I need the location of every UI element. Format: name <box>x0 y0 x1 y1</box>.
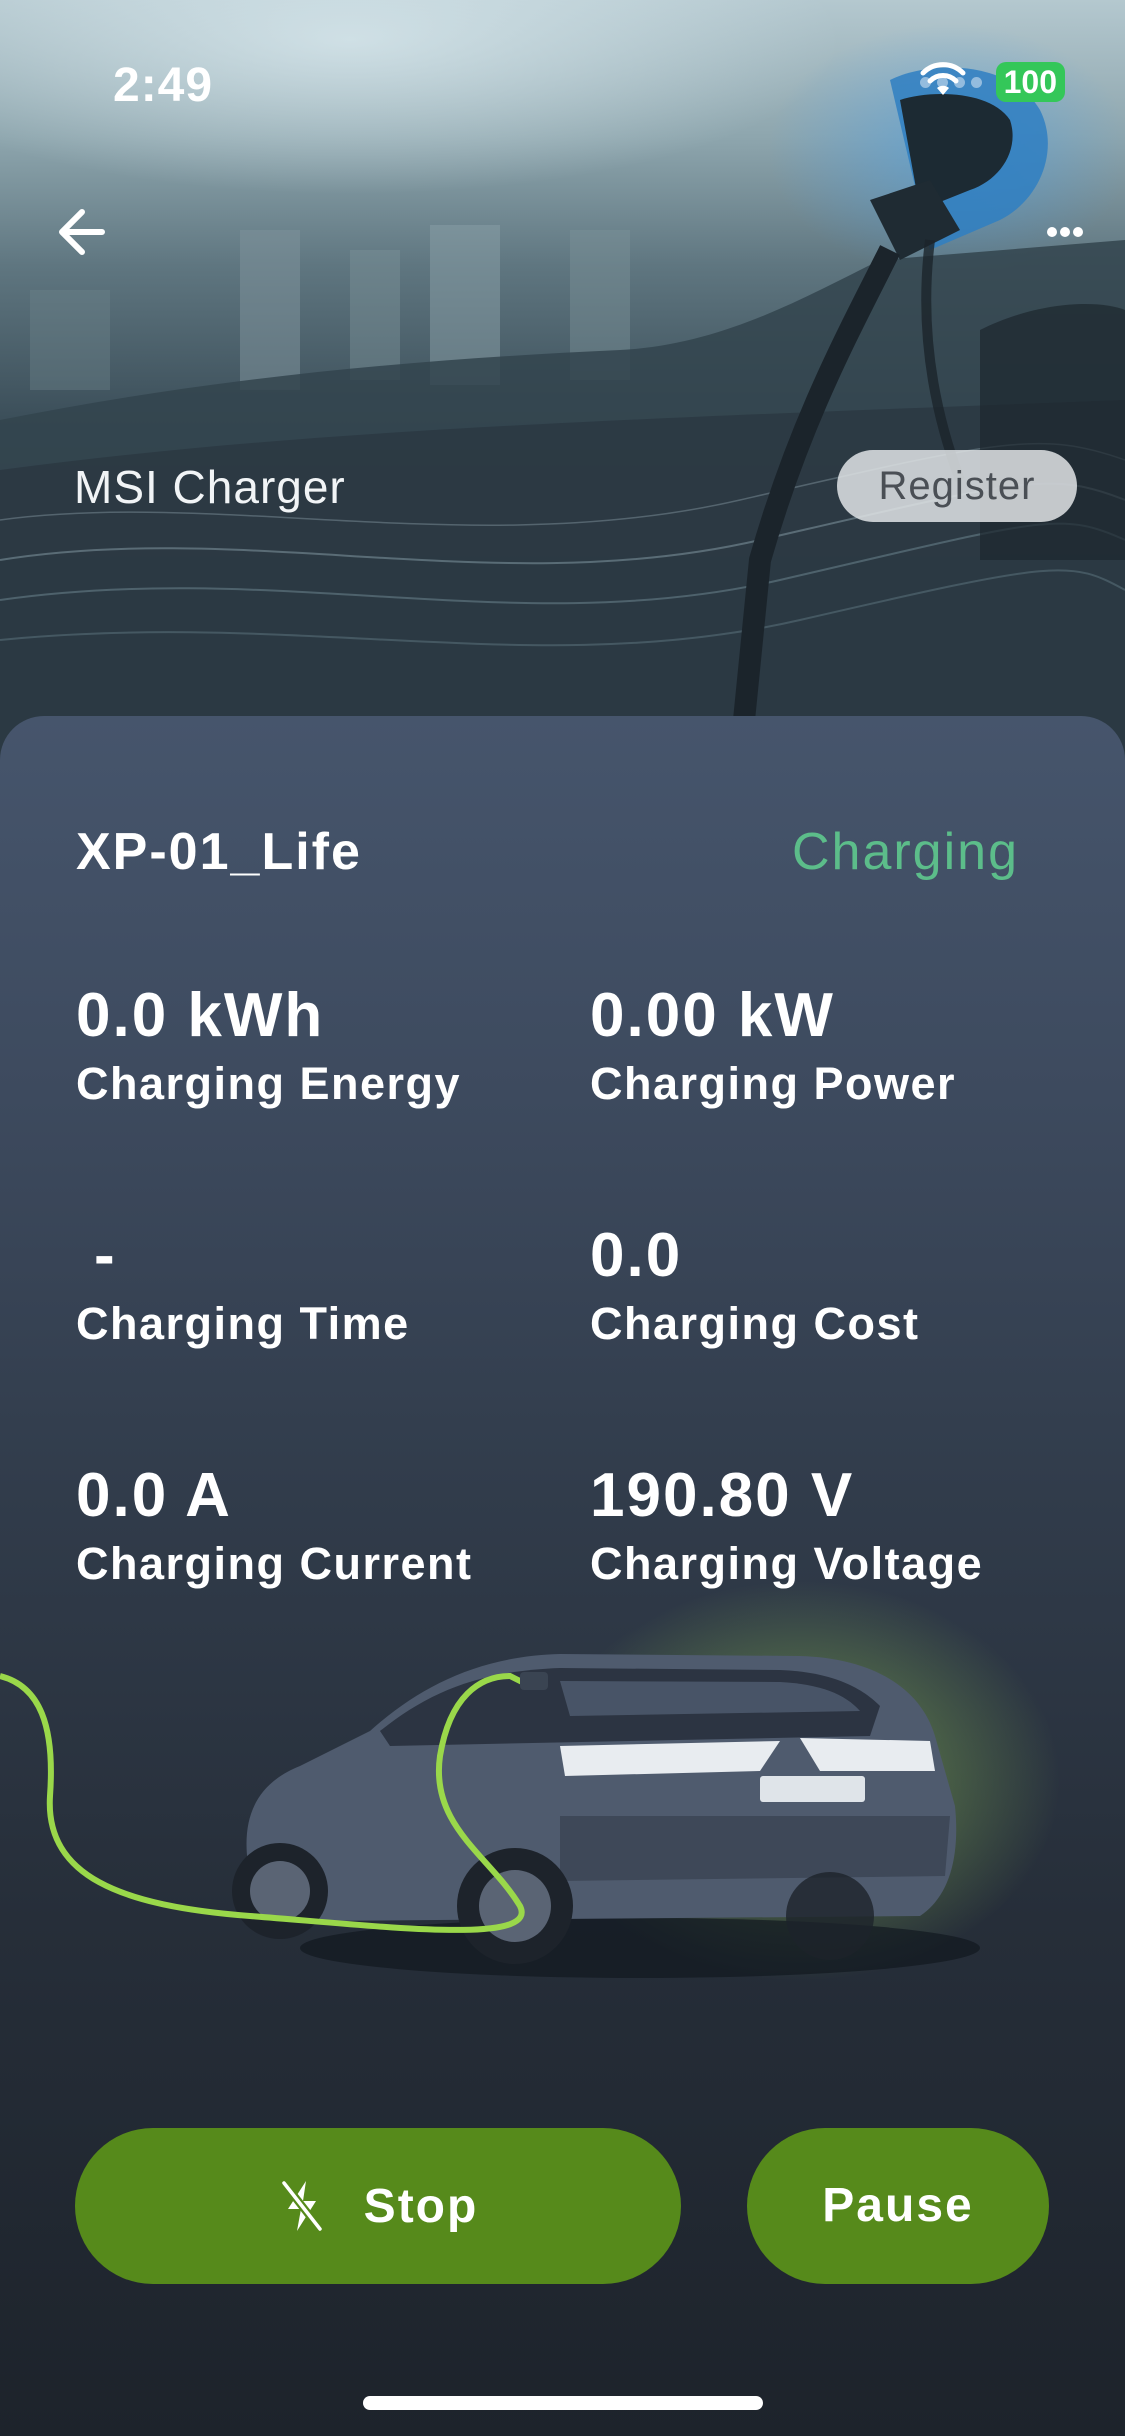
charging-screen: 2:49 100 MSI Charger Register XP-01_Life… <box>0 0 1125 2436</box>
stat-charging-time: - Charging Time <box>76 1218 410 1354</box>
more-horizontal-icon <box>1047 227 1083 237</box>
stat-value: 0.00 kW <box>590 981 835 1050</box>
arrow-left-icon <box>59 209 105 255</box>
wifi-icon <box>920 62 966 95</box>
stat-charging-current: 0.0 A Charging Current <box>76 1458 473 1594</box>
stat-label: Charging Time <box>76 1298 410 1349</box>
stop-button-label: Stop <box>363 2179 479 2233</box>
stat-label: Charging Voltage <box>590 1538 984 1589</box>
stat-value: 0.0 <box>590 1221 683 1290</box>
stat-label: Charging Power <box>590 1058 957 1109</box>
device-name: XP-01_Life <box>76 823 362 881</box>
stat-charging-voltage: 190.80 V Charging Voltage <box>590 1458 983 1594</box>
stat-value: - <box>94 1221 117 1290</box>
stat-value: 190.80 V <box>590 1461 855 1530</box>
home-indicator[interactable] <box>363 2396 763 2410</box>
hero-background-art <box>0 67 1125 760</box>
charging-details-panel: XP-01_Life Charging 0.0 kWh Charging Ene… <box>0 716 1125 2436</box>
pause-button[interactable]: Pause <box>747 2128 1049 2284</box>
stat-charging-power: 0.00 kW Charging Power <box>590 978 956 1114</box>
stat-charging-energy: 0.0 kWh Charging Energy <box>76 978 461 1114</box>
battery-indicator: 100 <box>995 62 1065 102</box>
stat-charging-cost: 0.0 Charging Cost <box>590 1218 920 1354</box>
car-charging-illustration <box>0 1581 1060 1981</box>
charging-status: Charging <box>791 823 1019 881</box>
status-indicators: 100 <box>919 62 1065 102</box>
charger-name: MSI Charger <box>74 461 346 513</box>
stat-value: 0.0 kWh <box>76 981 325 1050</box>
bolt-off-icon <box>280 2180 323 2232</box>
status-time: 2:49 <box>113 59 214 112</box>
back-button[interactable] <box>52 200 116 264</box>
stop-button[interactable]: Stop <box>75 2128 681 2284</box>
hero-banner: 2:49 100 MSI Charger Register <box>0 0 1125 760</box>
stat-label: Charging Current <box>76 1538 473 1589</box>
stat-label: Charging Cost <box>590 1298 920 1349</box>
more-options-button[interactable] <box>1031 210 1097 254</box>
stat-label: Charging Energy <box>76 1058 462 1109</box>
stat-value: 0.0 A <box>76 1461 232 1530</box>
register-button[interactable]: Register <box>837 450 1077 522</box>
